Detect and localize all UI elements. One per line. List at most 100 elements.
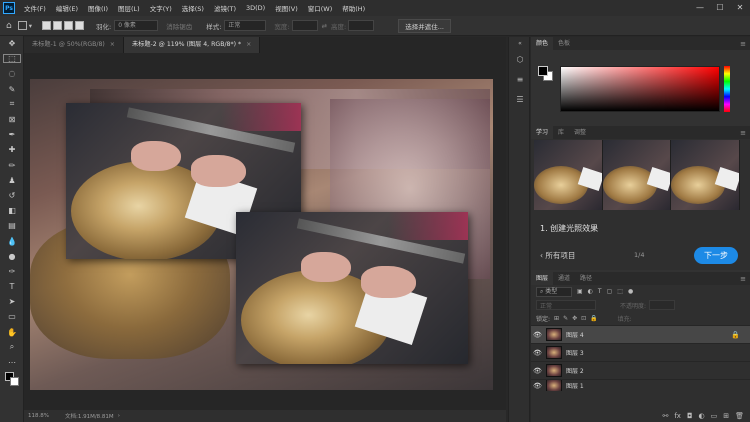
gradient-icon[interactable]: ▤ [0, 218, 24, 233]
menu-select[interactable]: 选择(S) [177, 3, 209, 13]
menu-edit[interactable]: 编辑(E) [51, 3, 83, 13]
document-image[interactable] [30, 79, 493, 390]
expand-panels-icon[interactable]: « [509, 37, 531, 49]
opacity-input[interactable] [649, 300, 676, 310]
zoom-icon[interactable]: ⌕ [0, 340, 24, 355]
select-and-mask-button[interactable]: 选择并遮住... [398, 18, 451, 33]
zoom-level[interactable]: 118.8% [28, 413, 49, 419]
eyedropper-icon[interactable]: ✒ [0, 127, 24, 142]
layer-row[interactable]: 👁 图层 3 [531, 343, 750, 361]
crop-icon[interactable]: ⌗ [0, 97, 24, 112]
home-icon[interactable]: ⌂ [6, 21, 12, 31]
link-layers-icon[interactable]: ⚯ [662, 412, 668, 420]
subtract-selection-icon[interactable] [63, 21, 73, 30]
blend-mode-select[interactable]: 正常 [536, 300, 596, 310]
add-selection-icon[interactable] [52, 21, 62, 30]
foreground-color-swatch[interactable] [538, 66, 548, 76]
close-button[interactable]: ✕ [730, 0, 750, 16]
layer-style-icon[interactable]: fx [674, 412, 681, 420]
lock-paint-icon[interactable]: ✎ [563, 315, 568, 322]
canvas-area[interactable] [24, 53, 506, 410]
maximize-button[interactable]: ☐ [710, 0, 730, 16]
tab-libraries[interactable]: 库 [553, 126, 569, 139]
panel-menu-icon[interactable]: ≡ [740, 129, 746, 137]
eye-icon[interactable]: 👁 [531, 382, 544, 390]
menu-window[interactable]: 窗口(W) [303, 3, 338, 13]
lock-artboard-icon[interactable]: ⊡ [581, 315, 586, 322]
next-step-button[interactable]: 下一步 [694, 247, 738, 264]
lock-transparent-icon[interactable]: ⊞ [554, 315, 559, 322]
height-input[interactable] [348, 20, 375, 31]
path-selection-icon[interactable]: ➤ [0, 294, 24, 309]
adjustment-filter-icon[interactable]: ◐ [588, 288, 593, 295]
feather-input[interactable]: 0 像素 [114, 20, 159, 31]
tab-learn[interactable]: 学习 [531, 126, 554, 139]
eye-icon[interactable]: 👁 [531, 349, 544, 357]
tab-swatches[interactable]: 色板 [553, 37, 575, 50]
history-brush-icon[interactable]: ↺ [0, 188, 24, 203]
adjustment-layer-icon[interactable]: ◐ [699, 412, 705, 420]
tab-document-2[interactable]: 未标题-2 @ 119% (图层 4, RGB/8*) * × [123, 37, 261, 53]
hand-icon[interactable]: ✋ [0, 325, 24, 340]
layer-row[interactable]: 👁 图层 4 🔒 [531, 325, 750, 343]
tab-document-1[interactable]: 未标题-1 @ 50%(RGB/8) × [24, 37, 124, 53]
eye-icon[interactable]: 👁 [531, 331, 544, 339]
rectangle-shape-icon[interactable]: ▭ [0, 309, 24, 324]
layer-row[interactable]: 👁 图层 1 [531, 379, 750, 391]
swap-icon[interactable]: ⇄ [322, 22, 327, 30]
filter-toggle-icon[interactable]: ● [628, 288, 633, 295]
tab-paths[interactable]: 路径 [575, 272, 597, 285]
healing-brush-icon[interactable]: ✚ [0, 142, 24, 157]
eraser-icon[interactable]: ◧ [0, 203, 24, 218]
clone-stamp-icon[interactable]: ♟ [0, 173, 24, 188]
tab-layers[interactable]: 图层 [531, 272, 554, 285]
antialias-checkbox[interactable]: 消除锯齿 [166, 21, 192, 31]
more-tools-icon[interactable]: ⋯ [0, 355, 24, 370]
hue-slider[interactable] [724, 66, 730, 112]
minimize-button[interactable]: — [690, 0, 710, 16]
lock-all-icon[interactable]: 🔒 [590, 315, 597, 322]
style-select[interactable]: 正常 [224, 20, 267, 31]
selection-mode-icons[interactable] [41, 21, 86, 30]
marquee-tool-preset-icon[interactable]: ▾ [17, 21, 32, 30]
menu-type[interactable]: 文字(Y) [145, 3, 177, 13]
new-group-icon[interactable]: ▭ [711, 412, 718, 420]
add-mask-icon[interactable]: ◘ [687, 412, 693, 420]
3d-panel-icon[interactable]: ⬡ [509, 49, 531, 69]
close-tab-icon[interactable]: × [110, 41, 115, 48]
pixel-filter-icon[interactable]: ▣ [577, 288, 583, 295]
menu-file[interactable]: 文件(F) [19, 3, 51, 13]
tab-channels[interactable]: 通道 [553, 272, 575, 285]
menu-layer[interactable]: 图层(L) [113, 3, 145, 13]
dodge-icon[interactable]: ● [0, 249, 24, 264]
photo-layer-4[interactable] [236, 212, 468, 364]
frame-icon[interactable]: ⊠ [0, 112, 24, 127]
tab-adjustments[interactable]: 调整 [569, 126, 591, 139]
quick-selection-icon[interactable]: ✎ [0, 82, 24, 97]
blur-icon[interactable]: 💧 [0, 233, 24, 248]
new-layer-icon[interactable]: ⊞ [723, 412, 729, 420]
smart-object-filter-icon[interactable]: ⬚ [617, 288, 623, 295]
menu-3d[interactable]: 3D(D) [241, 4, 270, 12]
menu-view[interactable]: 视图(V) [270, 3, 303, 13]
status-arrow-icon[interactable]: › [118, 413, 120, 419]
intersect-selection-icon[interactable] [74, 21, 84, 30]
layer-filter-select[interactable]: ⌕ 类型 [536, 286, 572, 297]
new-selection-icon[interactable] [41, 21, 51, 30]
close-tab-icon[interactable]: × [246, 41, 251, 48]
menu-help[interactable]: 帮助(H) [337, 3, 370, 13]
color-swatch-icon[interactable] [0, 370, 24, 390]
rectangular-marquee-icon[interactable]: ⬚ [0, 51, 24, 66]
layer-row[interactable]: 👁 图层 2 [531, 361, 750, 379]
width-input[interactable] [291, 20, 318, 31]
tab-color[interactable]: 颜色 [531, 37, 554, 50]
lasso-icon[interactable]: ◌ [0, 66, 24, 81]
type-icon[interactable]: T [0, 279, 24, 294]
menu-filter[interactable]: 滤镜(T) [209, 3, 241, 13]
color-picker-field[interactable] [560, 66, 720, 112]
all-items-link[interactable]: ‹ 所有项目 [540, 250, 575, 261]
panel-menu-icon[interactable]: ≡ [740, 40, 746, 48]
history-panel-icon[interactable]: ≡ [509, 69, 531, 89]
type-filter-icon[interactable]: T [598, 288, 602, 295]
eye-icon[interactable]: 👁 [531, 367, 544, 375]
